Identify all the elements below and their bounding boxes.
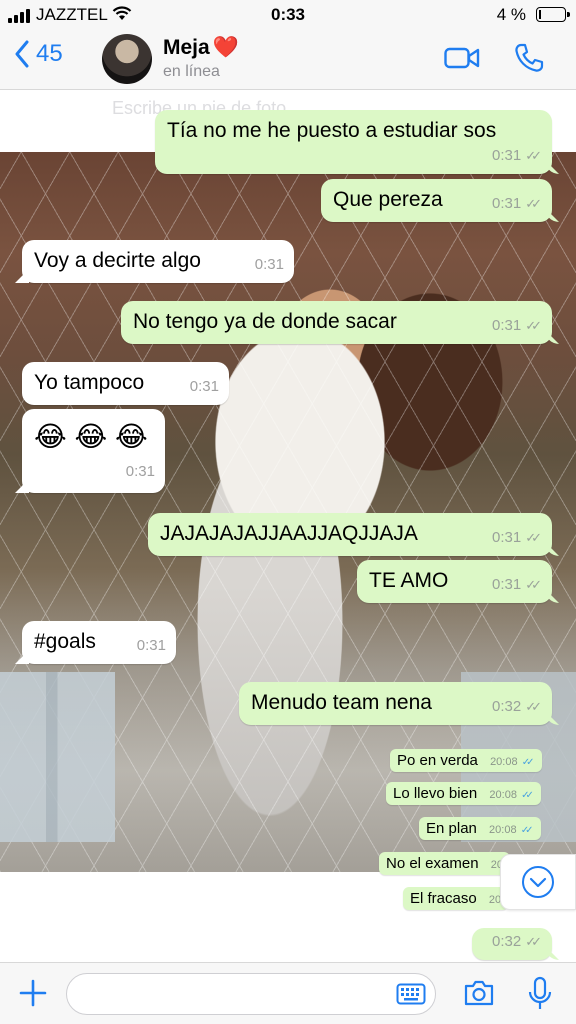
read-ticks-icon: ✓✓ — [521, 757, 535, 768]
back-chevron-icon — [15, 40, 29, 68]
message-incoming[interactable]: 😂 😂 😂 0:31 — [22, 409, 165, 493]
embedded-message-text: El fracaso — [410, 890, 477, 907]
message-meta: 0:32 ✓✓ — [492, 694, 542, 720]
message-text: Yo tampoco — [34, 371, 145, 394]
keyboard-toggle-button[interactable] — [396, 983, 426, 1010]
camera-button[interactable] — [463, 979, 495, 1012]
phone-icon — [515, 43, 544, 72]
embedded-message-time: 20:08 — [489, 824, 517, 836]
battery-percentage: 4 % — [496, 5, 526, 24]
message-meta: 0:31 ✓✓ — [492, 143, 542, 169]
message-incoming[interactable]: Yo tampoco 0:31 — [22, 362, 229, 405]
message-time: 0:31 — [492, 576, 522, 593]
message-text: Que pereza — [333, 188, 443, 211]
scroll-to-bottom-button[interactable] — [500, 854, 576, 910]
input-bar — [0, 962, 576, 1024]
embedded-message: El fracaso 20 — [403, 887, 509, 910]
message-text: TE AMO — [369, 569, 449, 592]
read-ticks-icon: ✓✓ — [525, 530, 542, 545]
read-ticks-icon: ✓✓ — [525, 934, 542, 949]
back-button[interactable]: 45 — [14, 40, 63, 68]
embedded-message-text: No el examen — [386, 855, 479, 872]
camera-icon — [464, 980, 494, 1006]
read-ticks-icon: ✓✓ — [521, 790, 534, 801]
video-call-icon — [444, 47, 480, 69]
read-ticks-icon: ✓✓ — [525, 577, 542, 592]
keyboard-icon — [396, 983, 426, 1005]
message-text: JAJAJAJAJJAAJJAQJJAJA — [160, 522, 418, 545]
message-time: 0:31 — [136, 637, 166, 654]
message-meta: 0:31 ✓✓ — [492, 572, 542, 598]
microphone-button[interactable] — [528, 976, 552, 1017]
unread-count: 45 — [36, 40, 63, 67]
contact-name[interactable]: Meja ❤️ — [163, 36, 239, 60]
read-ticks-icon: ✓✓ — [525, 699, 542, 714]
contact-name-text: Meja — [163, 36, 210, 59]
message-outgoing[interactable]: Tía no me he puesto a estudiar sos 0:31 ✓… — [155, 110, 552, 174]
message-time: 0:31 — [125, 463, 155, 480]
message-time: 0:31 — [492, 317, 522, 334]
embedded-message-time: 20:08 — [489, 789, 517, 801]
embedded-message: Po en verda 20:08 ✓✓ — [390, 749, 542, 772]
emoji-message-text: 😂 😂 😂 — [34, 421, 148, 452]
message-time: 0:31 — [189, 378, 219, 395]
embedded-message: No el examen 20 — [379, 852, 510, 875]
message-meta: 0:31 — [255, 252, 284, 278]
message-text: No tengo ya de donde sacar — [133, 310, 397, 333]
status-bar: JAZZTEL 0:33 4 % — [0, 0, 576, 30]
read-ticks-icon: ✓✓ — [520, 825, 534, 836]
embedded-message-text: Po en verda — [397, 752, 478, 769]
message-text: Voy a decirte algo — [34, 249, 201, 272]
embedded-message-time: 20:08 — [490, 756, 518, 768]
read-ticks-icon: ✓✓ — [525, 196, 542, 211]
battery-icon — [536, 7, 570, 22]
plus-icon — [19, 979, 47, 1007]
message-meta: 0:31 — [190, 374, 219, 400]
message-meta: 0:31 — [137, 633, 166, 659]
message-time: 0:31 — [492, 147, 522, 164]
message-time: 0:31 — [492, 195, 522, 212]
embedded-message: En plan 20:08 ✓✓ — [419, 817, 541, 840]
message-meta: 0:31 ✓✓ — [492, 191, 542, 217]
message-incoming[interactable]: #goals 0:31 — [22, 621, 176, 664]
message-time: 0:32 — [492, 933, 522, 950]
avatar[interactable] — [102, 34, 152, 84]
message-meta: 0:31 ✓✓ — [492, 313, 542, 339]
voice-call-button[interactable] — [513, 42, 545, 79]
embedded-message-text: Lo llevo bien — [393, 785, 478, 802]
video-call-button[interactable] — [444, 46, 480, 75]
message-text: Menudo team nena — [251, 691, 432, 714]
message-meta: 0:31 ✓✓ — [492, 525, 542, 551]
message-outgoing[interactable]: JAJAJAJAJJAAJJAQJJAJA 0:31 ✓✓ — [148, 513, 552, 556]
contact-status: en línea — [163, 63, 220, 80]
message-outgoing[interactable]: Menudo team nena 0:32 ✓✓ — [239, 682, 552, 725]
heart-emoji: ❤️ — [212, 36, 239, 59]
read-ticks-icon: ✓✓ — [525, 148, 542, 163]
attach-button[interactable] — [18, 978, 48, 1013]
embedded-message: Lo llevo bien 20:08 ✓✓ — [386, 782, 541, 805]
message-time: 0:31 — [492, 529, 522, 546]
message-meta: 0:32 ✓✓ — [492, 929, 542, 955]
chevron-down-icon — [522, 866, 554, 898]
microphone-icon — [528, 976, 552, 1009]
message-time: 0:31 — [254, 256, 284, 273]
chat-header: 45 Meja ❤️ en línea — [0, 30, 576, 90]
message-input[interactable] — [66, 973, 436, 1015]
message-text: Tía no me he puesto a estudiar sos — [167, 119, 497, 142]
message-outgoing-image[interactable]: 0:32 ✓✓ — [472, 928, 552, 960]
chat-area[interactable]: Escribe un pie de foto Tía no me he pues… — [0, 90, 576, 962]
read-ticks-icon: ✓✓ — [525, 318, 542, 333]
message-meta: 0:31 — [126, 456, 155, 488]
message-outgoing[interactable]: No tengo ya de donde sacar 0:31 ✓✓ — [121, 301, 552, 344]
embedded-message-text: En plan — [426, 820, 477, 837]
clock: 0:33 — [270, 5, 306, 24]
message-incoming[interactable]: Voy a decirte algo 0:31 — [22, 240, 294, 283]
message-time: 0:32 — [492, 698, 522, 715]
message-outgoing[interactable]: TE AMO 0:31 ✓✓ — [357, 560, 552, 603]
message-text: #goals — [34, 630, 96, 653]
message-outgoing[interactable]: Que pereza 0:31 ✓✓ — [321, 179, 552, 222]
